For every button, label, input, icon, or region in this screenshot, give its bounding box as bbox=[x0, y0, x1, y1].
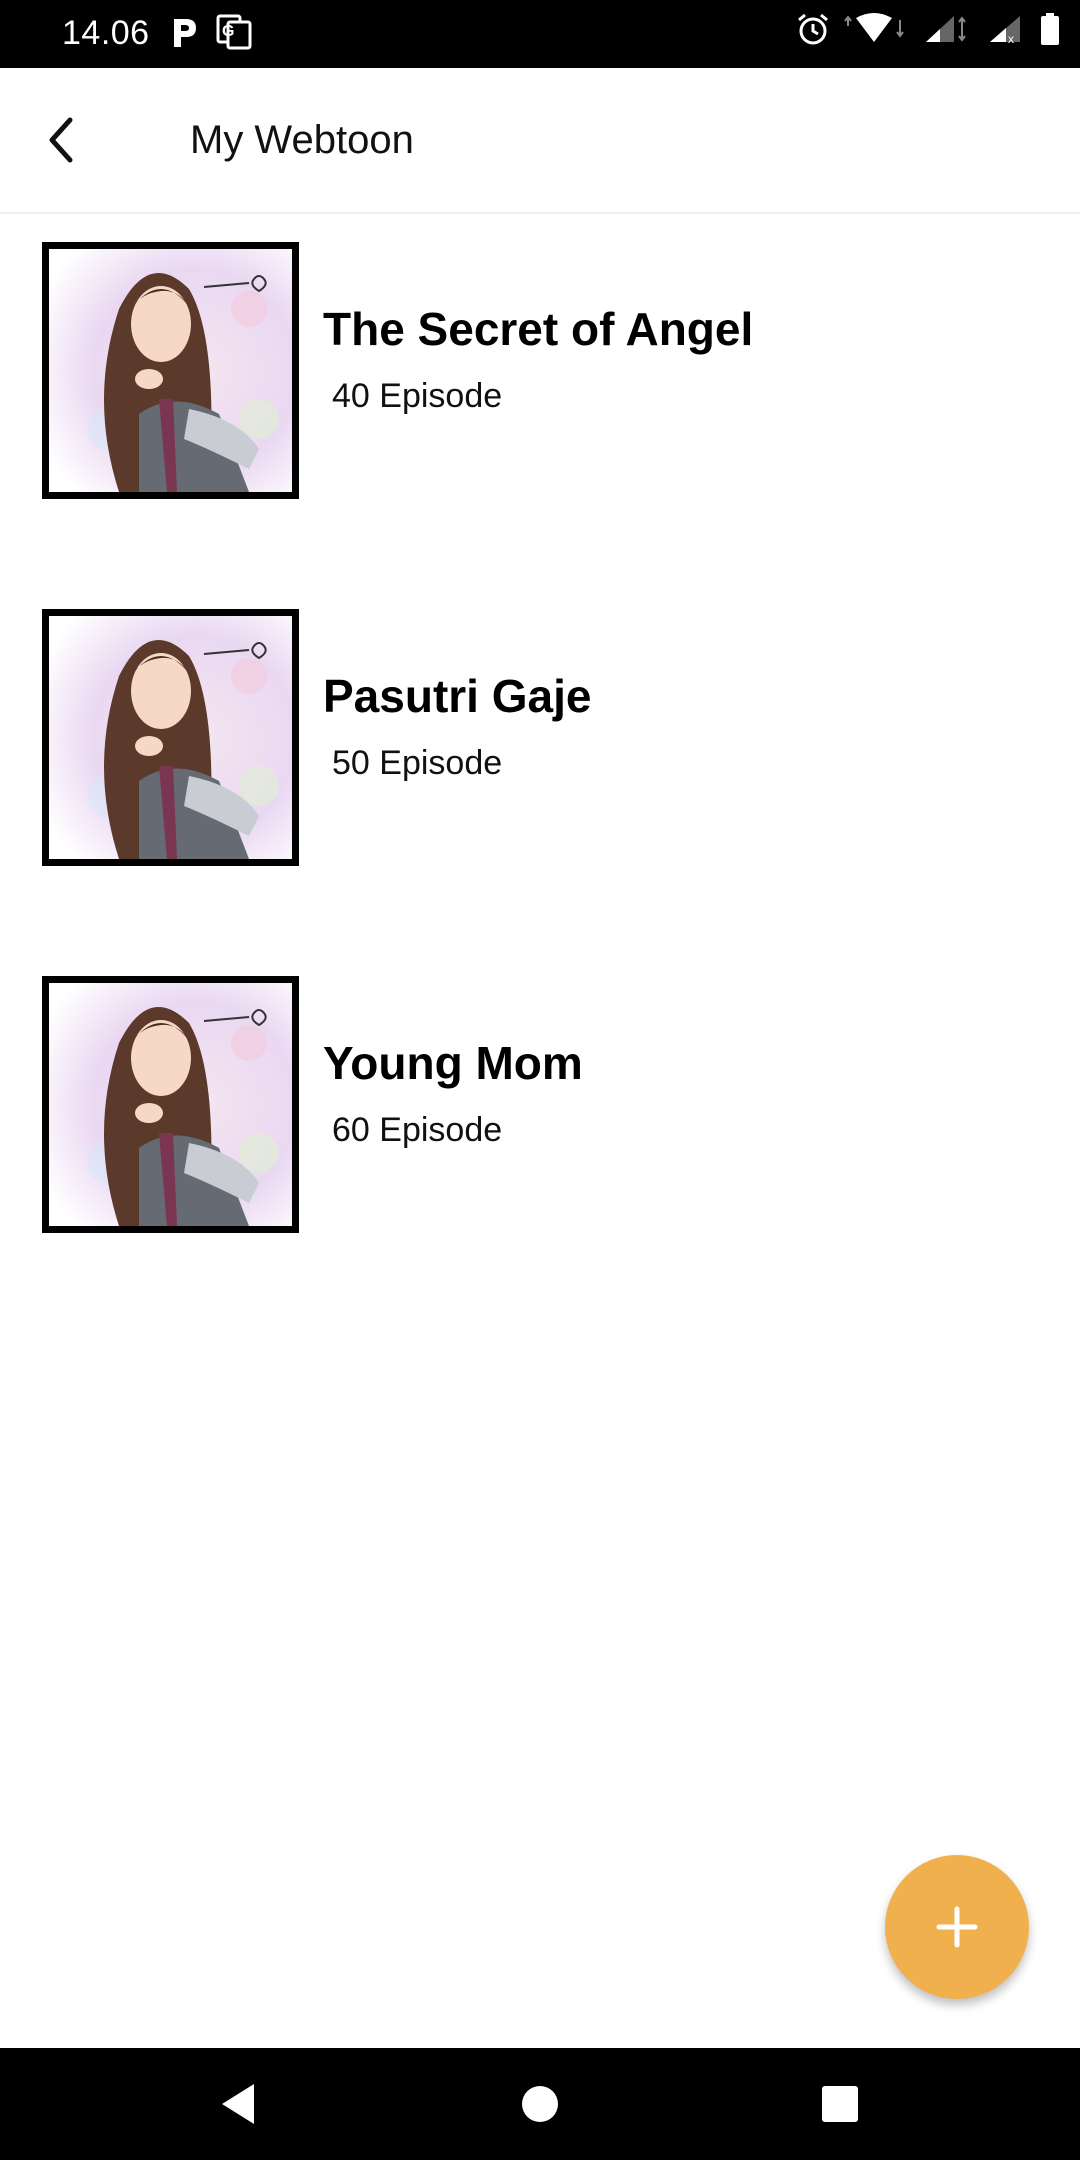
svg-text:G: G bbox=[222, 23, 234, 40]
home-circle-icon bbox=[522, 2086, 558, 2122]
status-bar: 14.06 G x bbox=[0, 0, 1080, 68]
signal-icon bbox=[926, 16, 966, 42]
list-item[interactable]: The Secret of Angel 40 Episode bbox=[0, 214, 1080, 581]
nav-home-button[interactable] bbox=[508, 2072, 572, 2136]
wifi-icon bbox=[844, 13, 904, 42]
add-webtoon-button[interactable] bbox=[885, 1855, 1029, 1999]
battery-icon bbox=[1041, 13, 1059, 45]
webtoon-cover-image bbox=[42, 976, 299, 1233]
nav-recents-button[interactable] bbox=[808, 2072, 872, 2136]
episode-count: 60 Episode bbox=[332, 1111, 503, 1149]
translate-icon: G bbox=[216, 14, 252, 50]
back-button[interactable] bbox=[30, 108, 94, 172]
back-arrow-icon bbox=[49, 117, 73, 163]
plus-icon bbox=[936, 1906, 978, 1948]
navigation-bar bbox=[0, 2048, 1080, 2160]
nav-back-button[interactable] bbox=[206, 2072, 270, 2136]
episode-count: 40 Episode bbox=[332, 377, 503, 415]
signal-icon: x bbox=[990, 16, 1020, 46]
page-title: My Webtoon bbox=[190, 118, 414, 162]
app-bar: My Webtoon bbox=[0, 68, 1080, 214]
webtoon-title: Pasutri Gaje bbox=[323, 670, 592, 722]
list-item[interactable]: Young Mom 60 Episode bbox=[0, 948, 1080, 1315]
webtoon-title: The Secret of Angel bbox=[323, 303, 754, 355]
status-time: 14.06 bbox=[62, 14, 150, 52]
recents-square-icon bbox=[822, 2086, 858, 2122]
svg-text:x: x bbox=[1008, 32, 1014, 46]
alarm-icon bbox=[798, 13, 828, 45]
webtoon-cover-image bbox=[42, 609, 299, 866]
webtoon-title: Young Mom bbox=[323, 1037, 583, 1089]
p-app-icon bbox=[174, 19, 196, 47]
webtoon-cover-image bbox=[42, 242, 299, 499]
episode-count: 50 Episode bbox=[332, 744, 503, 782]
webtoon-list: The Secret of Angel 40 Episode Pasutri G… bbox=[0, 214, 1080, 1315]
back-triangle-icon bbox=[222, 2084, 254, 2124]
list-item[interactable]: Pasutri Gaje 50 Episode bbox=[0, 581, 1080, 948]
